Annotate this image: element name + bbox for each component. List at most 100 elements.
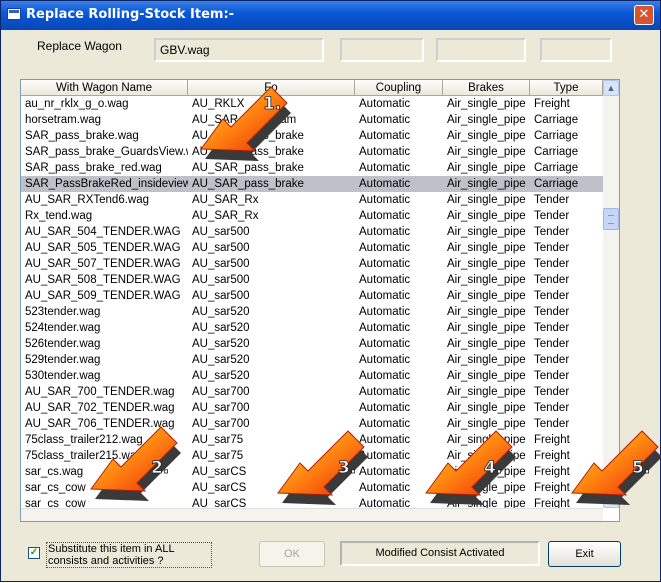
column-header-folder[interactable]: Fo [188,80,355,96]
cell-folder: AU_SAR_pass_brake [192,146,304,158]
close-button[interactable]: ✕ [634,5,654,25]
cell-folder: AU_sar520 [192,306,250,318]
table-row[interactable]: AU_SAR_RXTend6.wag AU_SAR_Rx Automatic Air_… [21,192,603,208]
table-row[interactable]: 523tender.wag AU_sar520 Automatic Air_singl… [21,304,603,320]
exit-button[interactable]: Exit [548,541,621,567]
table-row[interactable]: SAR_pass_brake_red.wag AU_SAR_pass_brake A… [21,160,603,176]
table-row[interactable]: 75class_trailer215.wag AU_sar75 Automatic A… [21,448,603,464]
cell-brakes: Air_single_pipe [447,386,526,398]
cell-brakes: Air_single_pipe [447,146,526,158]
substitute-checkbox[interactable]: ✓ [28,547,40,559]
replace-wagon-field: GBV.wag [154,38,324,62]
cell-brakes: Air_single_pipe [447,402,526,414]
cell-wagon-name: AU_SAR_RXTend6.wag [25,194,150,206]
cell-folder: AU_SAR_Rx [192,210,259,222]
table-row[interactable]: horsetram.wag AU_SAR_horsetram Automatic Ai… [21,112,603,128]
ok-button[interactable]: OK [259,541,325,567]
table-row[interactable]: 526tender.wag AU_sar520 Automatic Air_singl… [21,336,603,352]
cell-brakes: Air_single_pipe [447,258,526,270]
cell-folder: AU_sar520 [192,354,250,366]
window-title: Replace Rolling-Stock Item:- [26,7,235,22]
cell-folder: AU_sarCS [192,498,247,508]
cell-coupling: Automatic [359,242,411,254]
table-row[interactable]: 530tender.wag AU_sar520 Automatic Air_singl… [21,368,603,384]
cell-type: Tender [534,370,570,382]
replace-rolling-stock-dialog: Replace Rolling-Stock Item:- ✕ Replace W… [0,0,661,582]
cell-coupling: Automatic [359,162,411,174]
scroll-down-icon[interactable]: ▼ [603,492,619,508]
horizontal-scrollbar[interactable] [21,508,603,521]
cell-brakes: Air_single_pipe [447,226,526,238]
substitute-option[interactable]: ✓ Substitute this item in ALL consists a… [28,542,212,570]
column-header-wagon-name[interactable]: With Wagon Name [21,80,188,96]
cell-coupling: Automatic [359,194,411,206]
cell-wagon-name: 523tender.wag [25,306,101,318]
cell-folder: AU_sar700 [192,418,250,430]
cell-brakes: Air_single_pipe [447,306,526,318]
cell-type: Tender [534,338,570,350]
table-row[interactable]: AU_SAR_504_TENDER.WAG AU_sar500 Automatic A… [21,224,603,240]
scroll-thumb[interactable] [603,208,619,230]
cell-wagon-name: 75class_trailer215.wag [25,450,143,462]
table-row[interactable]: sar_cs_cow AU_sarCS Automatic Air_single_pi… [21,496,603,508]
cell-wagon-name: au_nr_rklx_g_o.wag [25,98,129,110]
table-row[interactable]: SAR_pass_brake_GuardsView.wag AU_SAR_pass… [21,144,603,160]
table-row[interactable]: 524tender.wag AU_sar520 Automatic Air_singl… [21,320,603,336]
cell-brakes: Air_single_pipe [447,354,526,366]
cell-folder: AU_SAR_pass_brake [192,130,304,142]
table-row-selected[interactable]: SAR_PassBrakeRed_insideview.wag AU_SAR_pa… [21,176,603,192]
cell-coupling: Automatic [359,434,411,446]
column-header-type[interactable]: Type [530,80,603,96]
title-bar[interactable]: Replace Rolling-Stock Item:- ✕ [1,1,660,30]
cell-coupling: Automatic [359,210,411,222]
cell-wagon-name: sar_cs.wag [25,466,84,478]
table-row[interactable]: 75class_trailer212.wag AU_sar75 Automatic A… [21,432,603,448]
cell-type: Tender [534,210,570,222]
table-row[interactable]: 529tender.wag AU_sar520 Automatic Air_singl… [21,352,603,368]
cell-coupling: Automatic [359,130,411,142]
table-row[interactable]: AU_SAR_700_TENDER.wag AU_sar700 Automatic A… [21,384,603,400]
vertical-scrollbar[interactable]: ▲ ▼ [603,80,619,508]
table-row[interactable]: AU_SAR_702_TENDER.wag AU_sar700 Automatic A… [21,400,603,416]
cell-wagon-name: AU_SAR_700_TENDER.wag [25,386,175,398]
table-row[interactable]: Rx_tend.wag AU_SAR_Rx Automatic Air_single_… [21,208,603,224]
substitute-label[interactable]: Substitute this item in ALL consists and… [46,542,212,568]
column-header-coupling[interactable]: Coupling [355,80,443,96]
table-row[interactable]: sar_cs.wag AU_sarCS Automatic Air_single_pi… [21,464,603,480]
cell-type: Carriage [534,178,579,190]
list-header: With Wagon Name Fo Coupling Brakes Type [21,80,603,96]
column-header-brakes[interactable]: Brakes [443,80,530,96]
cell-coupling: Automatic [359,338,411,350]
table-row[interactable]: AU_SAR_706_TENDER.wag AU_sar700 Automatic A… [21,416,603,432]
cell-type: Tender [534,194,570,206]
table-row[interactable]: AU_SAR_509_TENDER.WAG AU_sar500 Automatic A… [21,288,603,304]
cell-brakes: Air_single_pipe [447,338,526,350]
table-row[interactable]: sar_cs_cow AU_sarCS Automatic Air_single_pi… [21,480,603,496]
cell-wagon-name: 530tender.wag [25,370,101,382]
cell-folder: AU_RKLX [192,98,245,110]
cell-brakes: Air_single_pipe [447,98,526,110]
cell-type: Tender [534,322,570,334]
scroll-up-icon[interactable]: ▲ [603,80,619,96]
cell-wagon-name: AU_SAR_504_TENDER.WAG [25,226,181,238]
cell-folder: AU_sar500 [192,290,250,302]
table-row[interactable]: au_nr_rklx_g_o.wag AU_RKLX Automatic Air_si… [21,96,603,112]
cell-folder: AU_sar500 [192,274,250,286]
table-row[interactable]: SAR_pass_brake.wag AU_SAR_pass_brake Autom… [21,128,603,144]
table-row[interactable]: AU_SAR_505_TENDER.WAG AU_sar500 Automatic A… [21,240,603,256]
cell-type: Tender [534,242,570,254]
table-row[interactable]: AU_SAR_508_TENDER.WAG AU_sar500 Automatic A… [21,272,603,288]
cell-coupling: Automatic [359,226,411,238]
cell-coupling: Automatic [359,290,411,302]
cell-folder: AU_sarCS [192,482,247,494]
cell-brakes: Air_single_pipe [447,210,526,222]
table-row[interactable]: AU_SAR_507_TENDER.WAG AU_sar500 Automatic A… [21,256,603,272]
cell-wagon-name: SAR_pass_brake.wag [25,130,139,142]
cell-folder: AU_sar75 [192,450,244,462]
cell-wagon-name: SAR_pass_brake_GuardsView.wag [25,146,188,158]
cell-brakes: Air_single_pipe [447,130,526,142]
status-field: Modified Consist Activated [340,541,540,566]
cell-brakes: Air_single_pipe [447,242,526,254]
wagon-list[interactable]: With Wagon Name Fo Coupling Brakes Type … [20,79,620,522]
cell-coupling: Automatic [359,402,411,414]
